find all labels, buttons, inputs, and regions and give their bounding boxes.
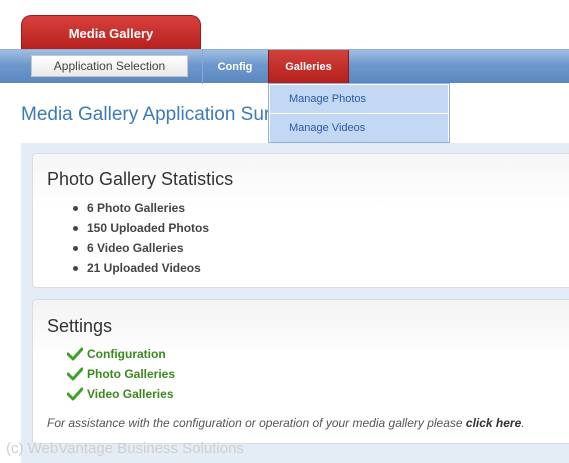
galleries-dropdown: Manage Photos Manage Videos (268, 83, 450, 143)
stat-text: 6 Photo Galleries (87, 201, 186, 215)
bullet-icon (73, 246, 78, 251)
settings-item-video-galleries[interactable]: Video Galleries (67, 384, 175, 404)
assistance-text: For assistance with the configuration or… (47, 416, 525, 430)
bullet-icon (73, 266, 78, 271)
main-menubar: Application Selection Config Galleries (0, 49, 569, 84)
application-selection-button[interactable]: Application Selection (31, 55, 188, 77)
stats-list: 6 Photo Galleries 150 Uploaded Photos 6 … (73, 198, 209, 278)
configuration-link[interactable]: Configuration (87, 344, 166, 364)
dropdown-item-label: Manage Photos (289, 93, 367, 105)
media-gallery-tab-label: Media Gallery (68, 26, 154, 41)
list-item: 6 Video Galleries (73, 238, 209, 258)
dropdown-item-label: Manage Videos (289, 122, 366, 134)
assistance-prefix: For assistance with the configuration or… (47, 416, 466, 430)
settings-item-configuration[interactable]: Configuration (67, 344, 175, 364)
settings-item-photo-galleries[interactable]: Photo Galleries (67, 364, 175, 384)
stats-heading: Photo Gallery Statistics (47, 169, 234, 189)
dropdown-item-manage-videos[interactable]: Manage Videos (270, 114, 448, 142)
settings-list: Configuration Photo Galleries Video Gall… (67, 344, 175, 404)
list-item: 6 Photo Galleries (73, 198, 209, 218)
copyright-footer: (c) WebVantage Business Solutions (6, 440, 244, 457)
list-item: 21 Uploaded Videos (73, 258, 209, 278)
checkmark-icon (67, 367, 83, 381)
bullet-icon (73, 226, 78, 231)
video-galleries-link[interactable]: Video Galleries (87, 384, 174, 404)
menu-item-config-label: Config (217, 61, 253, 73)
settings-heading: Settings (47, 316, 113, 336)
stat-text: 6 Video Galleries (87, 241, 184, 255)
menu-item-config[interactable]: Config (203, 50, 267, 84)
assistance-end: . (521, 416, 525, 430)
media-gallery-tab[interactable]: Media Gallery (21, 15, 201, 51)
photo-galleries-link[interactable]: Photo Galleries (87, 364, 175, 384)
click-here-link[interactable]: click here (466, 416, 521, 430)
stat-text: 21 Uploaded Videos (87, 261, 201, 275)
photo-gallery-statistics-panel: Photo Gallery Statistics 6 Photo Galleri… (32, 153, 569, 288)
settings-panel: Settings Configuration Photo Galleries V… (32, 299, 569, 444)
menu-item-galleries[interactable]: Galleries (268, 50, 349, 84)
dropdown-item-manage-photos[interactable]: Manage Photos (270, 85, 448, 113)
page-title: Media Gallery Application Sur (21, 104, 271, 125)
menu-item-galleries-label: Galleries (285, 61, 332, 73)
list-item: 150 Uploaded Photos (73, 218, 209, 238)
application-selection-label: Application Selection (53, 59, 166, 73)
bullet-icon (73, 206, 78, 211)
stat-text: 150 Uploaded Photos (87, 221, 210, 235)
checkmark-icon (67, 387, 83, 401)
checkmark-icon (67, 347, 83, 361)
